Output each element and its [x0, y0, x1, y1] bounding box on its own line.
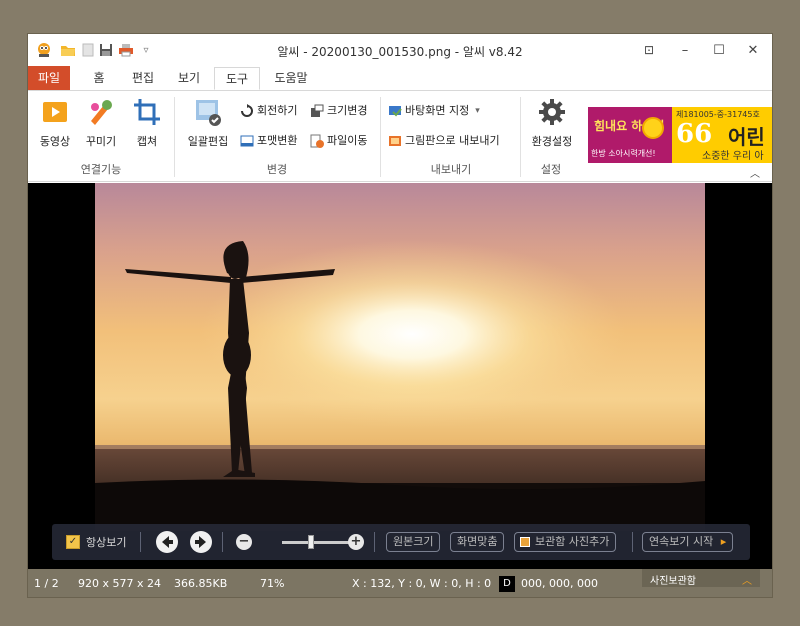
file-move-label: 파일이동 [327, 134, 368, 147]
photo-album-label: 사진보관함 [650, 576, 696, 587]
rotate-icon [240, 104, 254, 118]
fit-screen-button[interactable]: 화면맞춤 [450, 532, 505, 552]
ad-slogan: 소중한 우리 아 [702, 151, 764, 162]
format-convert-icon [240, 134, 254, 148]
slideshow-label: 연속보기 시작 [649, 535, 714, 548]
tab-tools[interactable]: 도구 [214, 67, 260, 90]
zoom-level: 71% [260, 577, 285, 590]
tab-help[interactable]: 도움말 [268, 67, 314, 90]
pixel-color-value: 000, 000, 000 [521, 577, 598, 590]
clock-icon [642, 117, 664, 139]
tab-file[interactable]: 파일 [28, 66, 70, 90]
resize-label: 크기변경 [327, 104, 368, 117]
rotate-button[interactable]: 회전하기 [240, 101, 297, 121]
photo-album-panel-toggle[interactable]: 사진보관함 ︿ [642, 569, 760, 587]
decorate-label: 꾸미기 [85, 135, 117, 148]
close-button[interactable]: ✕ [736, 34, 770, 66]
toolbar-divider [222, 532, 223, 552]
ad-banner[interactable]: 힘내요 하소리 한방 소아시력개선! 제181005-중-31745호 66 어… [588, 107, 772, 163]
prev-image-button[interactable] [156, 531, 178, 553]
always-on-top-checkbox[interactable]: ✓ [66, 535, 80, 549]
plus-photo-icon [520, 537, 530, 547]
ad-headline: 어린 [728, 125, 765, 149]
toolbar-divider [140, 532, 141, 552]
chevron-down-icon[interactable]: ▾ [475, 101, 480, 121]
ad-quote-mark: 66 [676, 119, 713, 149]
title-bar: ▿ 알씨 - 20200130_001530.png - 알씨 v8.42 ⊡ … [28, 34, 772, 66]
rotate-label: 회전하기 [257, 104, 298, 117]
group-label-settings: 설정 [540, 163, 562, 176]
add-to-album-button[interactable]: 보관함 사진추가 [514, 532, 617, 552]
pin-icon[interactable]: ⊡ [632, 34, 666, 66]
add-to-album-label: 보관함 사진추가 [535, 535, 610, 548]
status-bar: 1 / 2 920 x 577 x 24 366.85KB 71% X : 13… [28, 569, 772, 597]
ribbon-divider [380, 97, 381, 177]
file-size: 366.85KB [174, 577, 228, 590]
displayed-photo [95, 183, 705, 531]
decorate-icon [86, 97, 116, 127]
toolbar-divider [374, 532, 375, 552]
zoom-slider-handle[interactable] [308, 535, 314, 549]
format-convert-button[interactable]: 포맷변환 [240, 131, 297, 151]
resize-button[interactable]: 크기변경 [310, 101, 367, 121]
ribbon-divider [174, 97, 175, 177]
video-label: 동영상 [39, 135, 71, 148]
maximize-button[interactable]: ☐ [702, 34, 736, 66]
tab-view[interactable]: 보기 [172, 67, 206, 90]
minimize-button[interactable]: – [668, 34, 702, 66]
chevron-up-icon: ︿ [742, 576, 752, 587]
image-viewer[interactable]: ✓ 항상보기 − + 원본크기 화면맞춤 보관함 사진추가 연속보기 시작 ▸ [28, 183, 772, 569]
ribbon-divider [520, 97, 521, 177]
always-on-top-label[interactable]: 항상보기 [86, 534, 126, 550]
ribbon: 동영상 꾸미기 캡쳐 연결기능 일괄편집 회전하기 크기변경 포맷변환 파일이동… [28, 90, 772, 182]
zoom-in-button[interactable]: + [348, 534, 364, 550]
decorate-button[interactable]: 꾸미기 [78, 97, 124, 149]
capture-button[interactable]: 캡쳐 [124, 97, 170, 149]
video-icon [40, 97, 70, 127]
slideshow-button[interactable]: 연속보기 시작 ▸ [642, 532, 734, 552]
gear-icon [537, 97, 567, 127]
tab-home[interactable]: 홈 [84, 67, 114, 90]
capture-label: 캡쳐 [136, 135, 158, 148]
paint-export-icon [388, 134, 402, 148]
app-window: ▿ 알씨 - 20200130_001530.png - 알씨 v8.42 ⊡ … [27, 33, 773, 598]
file-move-button[interactable]: 파일이동 [310, 131, 367, 151]
image-index: 1 / 2 [34, 577, 59, 590]
format-convert-label: 포맷변환 [257, 134, 298, 147]
settings-button[interactable]: 환경설정 [524, 97, 580, 149]
toolbar-divider [632, 532, 633, 552]
original-size-button[interactable]: 원본크기 [386, 532, 441, 552]
video-button[interactable]: 동영상 [32, 97, 78, 149]
group-label-export: 내보내기 [430, 163, 472, 176]
wallpaper-label: 바탕화면 지정 [405, 104, 470, 117]
group-label-connect: 연결기능 [80, 163, 122, 176]
batch-edit-label: 일괄편집 [187, 135, 229, 148]
image-dimensions: 920 x 577 x 24 [78, 577, 161, 590]
crop-capture-icon [132, 97, 162, 127]
collapse-ribbon-icon[interactable]: ︿ [750, 165, 760, 180]
file-move-icon [310, 134, 324, 148]
batch-edit-icon [193, 97, 223, 127]
wallpaper-icon [388, 104, 402, 118]
tab-edit[interactable]: 편집 [126, 67, 160, 90]
ad-subtitle: 한방 소아시력개선! [591, 149, 656, 158]
play-icon: ▸ [720, 535, 727, 548]
zoom-out-button[interactable]: − [236, 534, 252, 550]
wallpaper-button[interactable]: 바탕화면 지정 ▾ [388, 101, 480, 121]
paint-export-button[interactable]: 그림판으로 내보내기 [388, 131, 500, 151]
batch-edit-button[interactable]: 일괄편집 [182, 97, 234, 149]
group-label-change: 변경 [266, 163, 288, 176]
resize-icon [310, 104, 324, 118]
settings-label: 환경설정 [531, 135, 573, 148]
cursor-coordinates: X : 132, Y : 0, W : 0, H : 0 [352, 577, 492, 590]
ad-brand-panel: 힘내요 하소리 한방 소아시력개선! [588, 107, 672, 163]
color-mode-badge[interactable]: D [499, 576, 515, 592]
ribbon-tabs: 파일 홈 편집 보기 도구 도움말 [28, 66, 772, 90]
next-image-button[interactable] [190, 531, 212, 553]
paint-export-label: 그림판으로 내보내기 [405, 134, 500, 147]
viewer-toolbar: ✓ 항상보기 − + 원본크기 화면맞춤 보관함 사진추가 연속보기 시작 ▸ [52, 524, 750, 560]
